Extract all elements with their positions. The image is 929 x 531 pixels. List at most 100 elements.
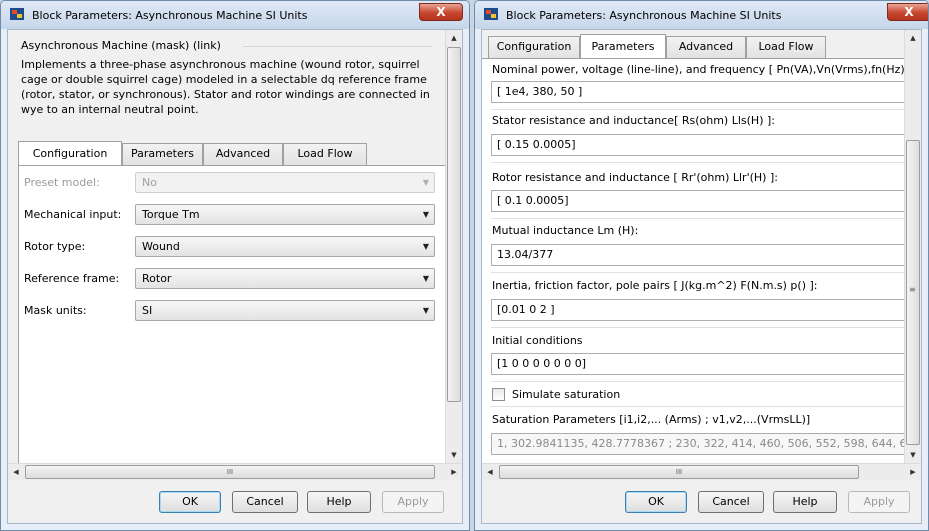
ok-button[interactable]: OK (159, 491, 221, 513)
right-button-row: OK Cancel Help Apply (482, 480, 921, 523)
chevron-down-icon: ▼ (422, 274, 429, 283)
nominal-params-field[interactable]: [ 1e4, 380, 50 ] (491, 81, 912, 103)
rotor-type-select[interactable]: Wound ▼ (135, 236, 435, 257)
tab-load-flow[interactable]: Load Flow (283, 143, 367, 165)
saturation-params-field: 1, 302.9841135, 428.7778367 ; 230, 322, … (491, 433, 912, 455)
left-client-area: Asynchronous Machine (mask) (link) Imple… (7, 29, 463, 524)
reference-frame-select[interactable]: Rotor ▼ (135, 268, 435, 289)
separator (491, 272, 912, 273)
reference-frame-label: Reference frame: (24, 272, 120, 285)
mechanical-input-value: Torque Tm (142, 208, 200, 221)
tab-label: Configuration (32, 147, 108, 160)
apply-button: Apply (382, 491, 444, 513)
scroll-right-icon[interactable]: ▶ (446, 464, 462, 480)
left-dialog-window: Block Parameters: Asynchronous Machine S… (0, 0, 470, 531)
scroll-left-icon[interactable]: ◀ (8, 464, 24, 480)
left-tab-strip: Configuration Parameters Advanced Load F… (18, 141, 438, 165)
right-dialog-window: Block Parameters: Asynchronous Machine S… (474, 0, 929, 531)
left-hscroll-thumb[interactable]: III (25, 465, 435, 479)
right-horizontal-scrollbar[interactable]: ◀ III ▶ (482, 463, 921, 480)
mutual-inductance-field[interactable]: 13.04/377 (491, 244, 912, 266)
left-title-bar[interactable]: Block Parameters: Asynchronous Machine S… (1, 1, 469, 29)
tab-advanced[interactable]: Advanced (666, 36, 746, 58)
chevron-down-icon: ▼ (422, 306, 429, 315)
right-tab-strip: Configuration Parameters Advanced Load F… (488, 34, 888, 58)
mask-units-label: Mask units: (24, 304, 87, 317)
right-scroll-area: Configuration Parameters Advanced Load F… (482, 30, 921, 463)
help-button[interactable]: Help (773, 491, 837, 513)
help-button[interactable]: Help (307, 491, 371, 513)
tab-label: Load Flow (297, 147, 353, 160)
rotor-type-value: Wound (142, 240, 180, 253)
inertia-params-label: Inertia, friction factor, pole pairs [ J… (492, 279, 818, 292)
left-scroll-area: Asynchronous Machine (mask) (link) Imple… (8, 30, 462, 463)
simulink-block-icon (10, 8, 24, 20)
rotor-type-label: Rotor type: (24, 240, 86, 253)
scroll-grip-icon: ≡ (909, 285, 916, 294)
inertia-params-field[interactable]: [0.01 0 2 ] (491, 299, 912, 321)
tab-label: Configuration (496, 40, 572, 53)
scroll-down-icon[interactable]: ▼ (905, 447, 921, 463)
scroll-right-icon[interactable]: ▶ (905, 464, 921, 480)
cancel-button[interactable]: Cancel (698, 491, 764, 513)
nominal-params-label: Nominal power, voltage (line-line), and … (492, 63, 913, 76)
mask-units-value: SI (142, 304, 153, 317)
group-divider (243, 46, 432, 47)
right-client-area: Configuration Parameters Advanced Load F… (481, 29, 922, 524)
close-icon: X (904, 5, 914, 19)
right-window-title: Block Parameters: Asynchronous Machine S… (506, 9, 782, 22)
scroll-left-icon[interactable]: ◀ (482, 464, 498, 480)
scroll-up-icon[interactable]: ▲ (446, 30, 462, 46)
preset-model-value: No (142, 176, 157, 189)
apply-button: Apply (848, 491, 910, 513)
tab-label: Advanced (215, 147, 271, 160)
separator (491, 381, 912, 382)
tab-parameters[interactable]: Parameters (122, 143, 203, 165)
configuration-panel: Preset model: No ▼ Mechanical input: Tor… (18, 165, 448, 463)
saturation-params-label: Saturation Parameters [i1,i2,... (Arms) … (492, 413, 811, 426)
mechanical-input-select[interactable]: Torque Tm ▼ (135, 204, 435, 225)
tab-configuration[interactable]: Configuration (488, 36, 580, 58)
left-button-row: OK Cancel Help Apply (8, 480, 462, 523)
mask-group-title: Asynchronous Machine (mask) (link) (21, 39, 221, 52)
tab-label: Load Flow (758, 40, 814, 53)
tab-label: Parameters (131, 147, 194, 160)
mutual-inductance-label: Mutual inductance Lm (H): (492, 224, 639, 237)
reference-frame-value: Rotor (142, 272, 172, 285)
left-close-button[interactable]: X (419, 3, 463, 21)
initial-conditions-label: Initial conditions (492, 334, 583, 347)
scroll-down-icon[interactable]: ▼ (446, 447, 462, 463)
left-window-title: Block Parameters: Asynchronous Machine S… (32, 9, 308, 22)
simulate-saturation-checkbox[interactable] (492, 388, 505, 401)
left-vscroll-thumb[interactable] (447, 47, 461, 402)
stator-params-label: Stator resistance and inductance[ Rs(ohm… (492, 114, 775, 127)
separator (491, 109, 912, 110)
mask-units-select[interactable]: SI ▼ (135, 300, 435, 321)
right-title-bar[interactable]: Block Parameters: Asynchronous Machine S… (475, 1, 928, 29)
initial-conditions-field[interactable]: [1 0 0 0 0 0 0 0] (491, 353, 912, 375)
rotor-params-field[interactable]: [ 0.1 0.0005] (491, 190, 912, 212)
right-hscroll-thumb[interactable]: III (499, 465, 859, 479)
chevron-down-icon: ▼ (422, 210, 429, 219)
tab-label: Advanced (678, 40, 734, 53)
ok-button[interactable]: OK (625, 491, 687, 513)
left-horizontal-scrollbar[interactable]: ◀ III ▶ (8, 463, 462, 480)
tab-load-flow[interactable]: Load Flow (746, 36, 826, 58)
left-vertical-scrollbar[interactable]: ▲ ▼ (445, 30, 462, 463)
stator-params-field[interactable]: [ 0.15 0.0005] (491, 134, 912, 156)
right-close-button[interactable]: X (887, 3, 928, 21)
tab-label: Parameters (591, 40, 655, 53)
right-vertical-scrollbar[interactable]: ▲ ≡ ▼ (904, 30, 921, 463)
cancel-button[interactable]: Cancel (232, 491, 298, 513)
separator (491, 218, 912, 219)
parameters-panel: Nominal power, voltage (line-line), and … (482, 58, 912, 463)
rotor-params-label: Rotor resistance and inductance [ Rr'(oh… (492, 171, 778, 184)
chevron-down-icon: ▼ (422, 178, 429, 187)
tab-advanced[interactable]: Advanced (203, 143, 283, 165)
scroll-grip-icon: III (226, 468, 234, 476)
simulate-saturation-label: Simulate saturation (512, 388, 621, 401)
tab-parameters[interactable]: Parameters (580, 34, 666, 58)
simulink-block-icon (484, 8, 498, 20)
scroll-up-icon[interactable]: ▲ (905, 30, 921, 46)
tab-configuration[interactable]: Configuration (18, 141, 122, 165)
